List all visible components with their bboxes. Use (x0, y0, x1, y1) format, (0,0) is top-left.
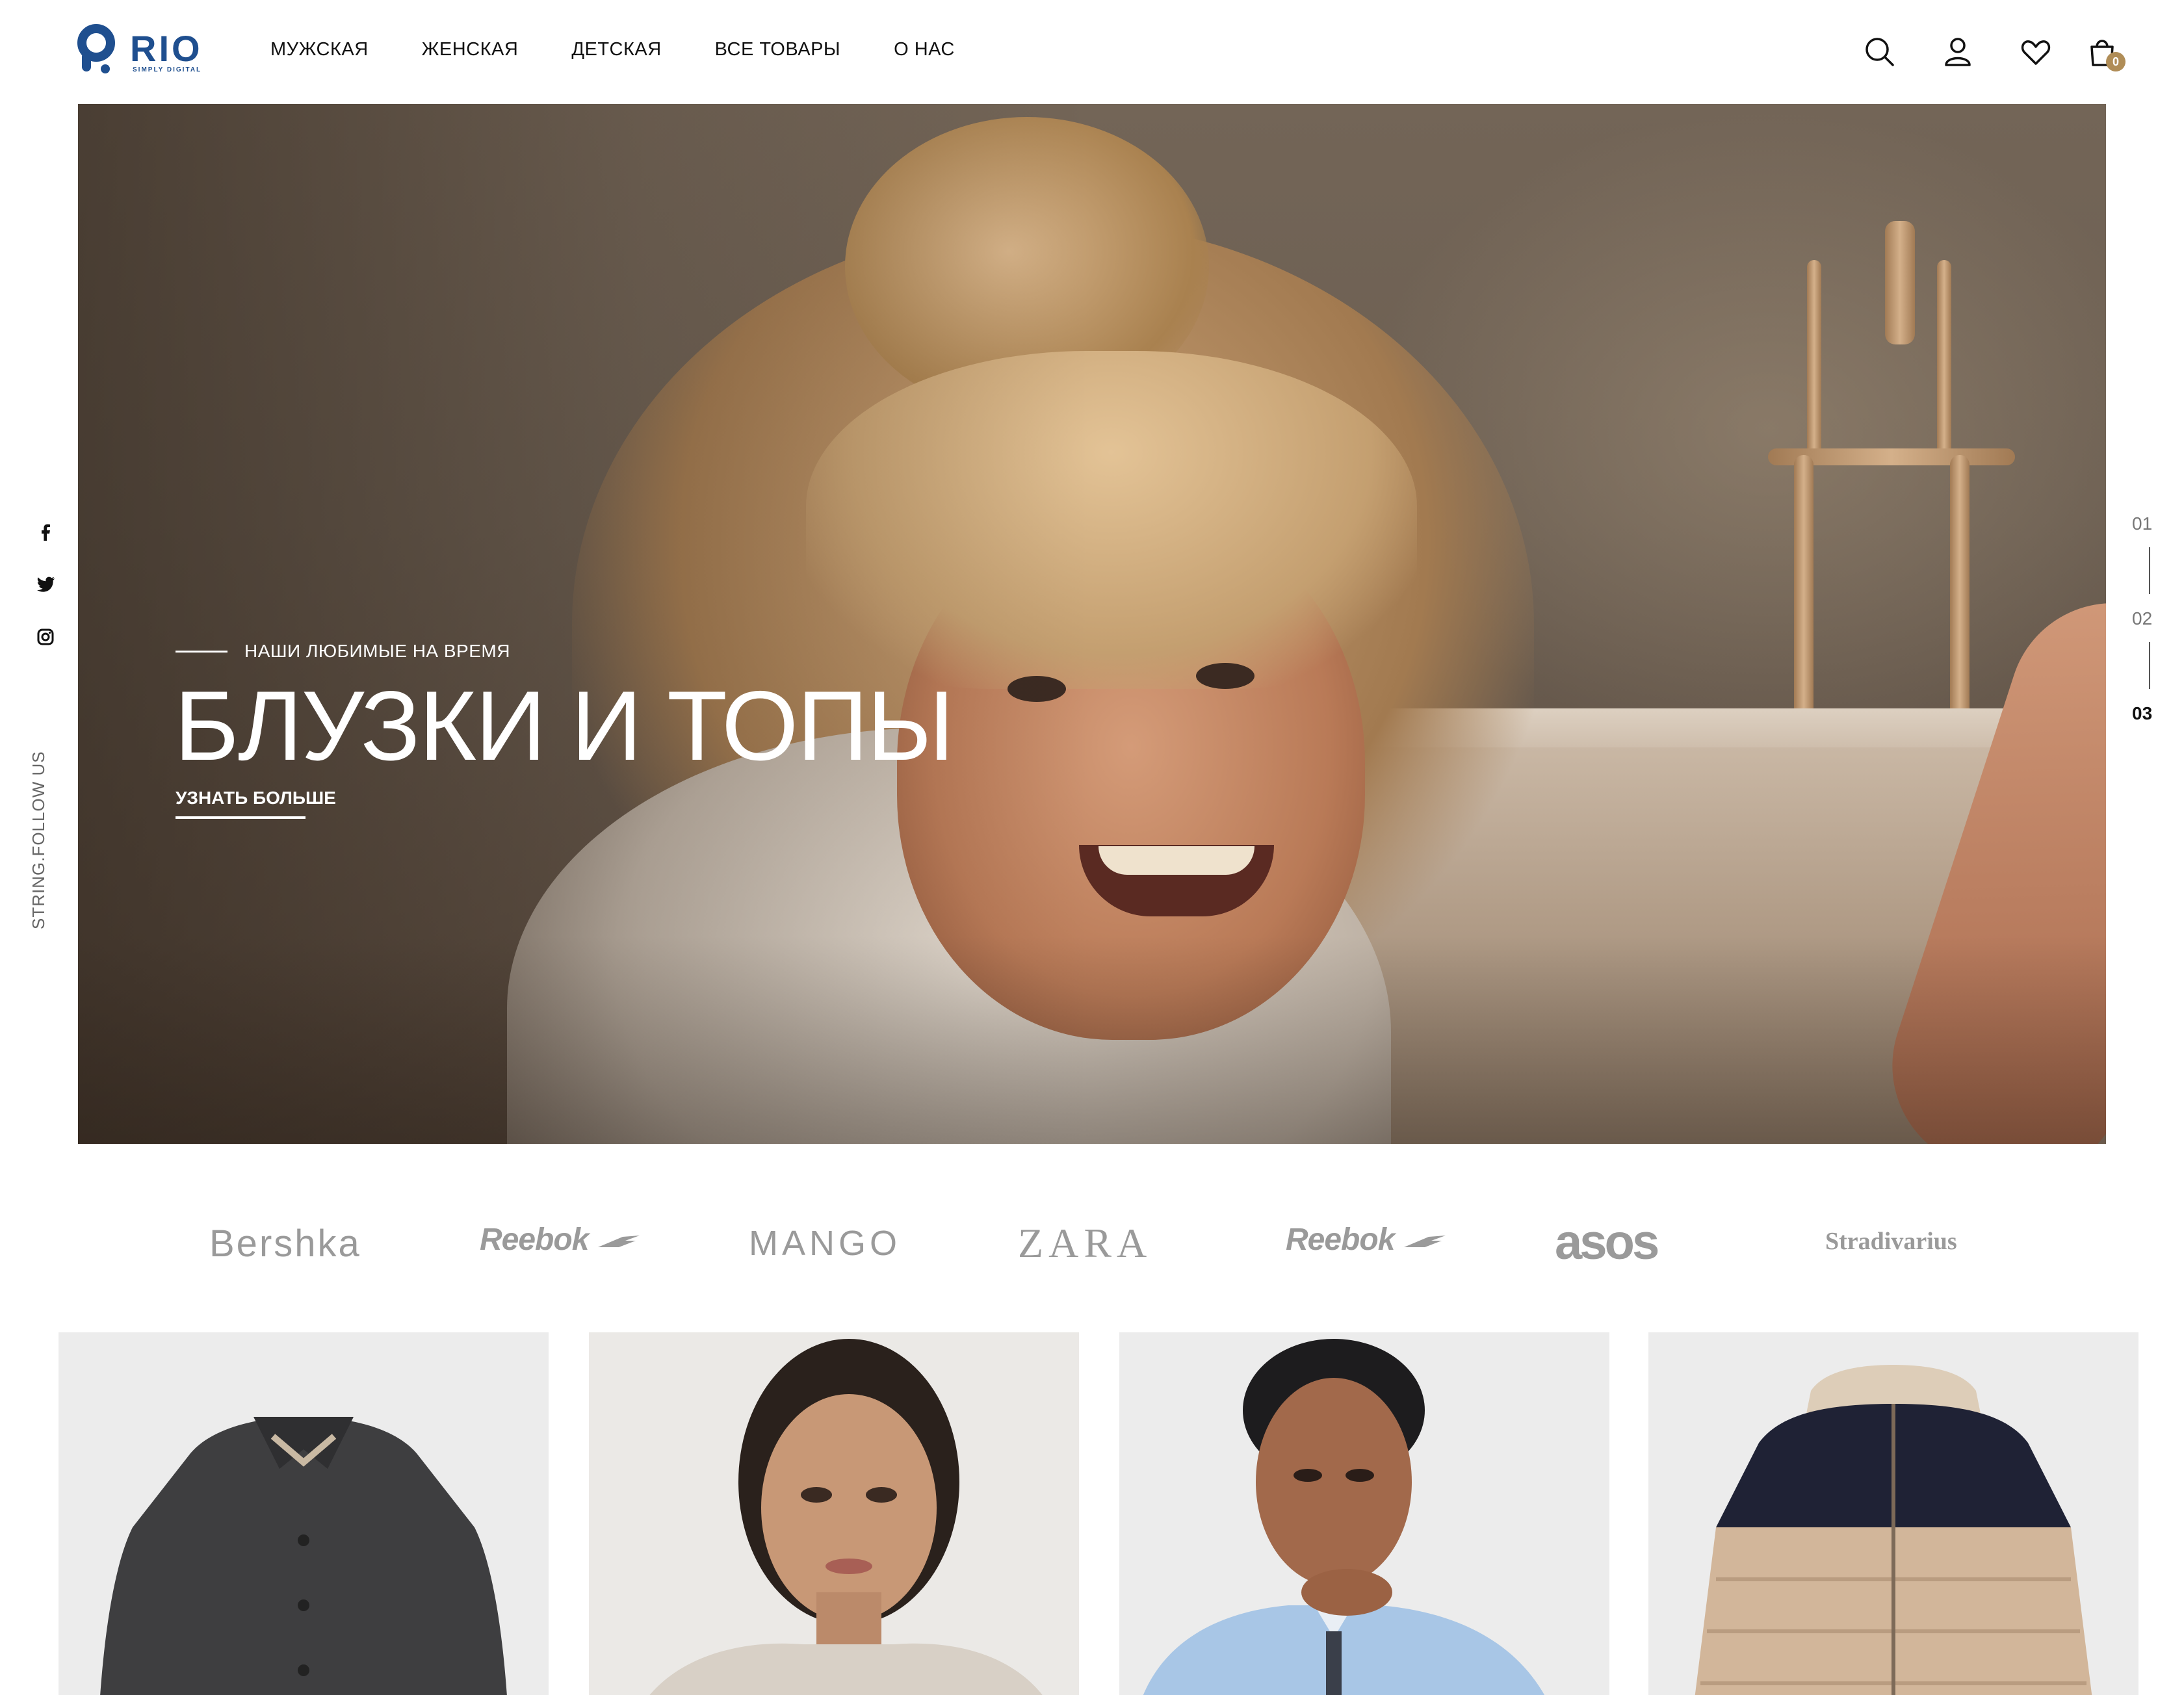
site-header: RIO SIMPLY DIGITAL МУЖСКАЯ ЖЕНСКАЯ ДЕТСК… (0, 0, 2184, 104)
product-image-puffer (1695, 1365, 2092, 1695)
product-card[interactable] (589, 1332, 1079, 1695)
twitter-icon[interactable] (31, 571, 60, 599)
slide-page-divider (2149, 547, 2150, 594)
search-icon[interactable] (1862, 34, 1898, 70)
brand-logo-reebok-text: Reebok (480, 1223, 589, 1257)
brand-logo-reebok[interactable]: Reebok (480, 1222, 642, 1258)
hero-eyebrow: НАШИ ЛЮБИМЫЕ НА ВРЕМЯ (176, 641, 510, 662)
user-icon[interactable] (1940, 34, 1976, 70)
facebook-icon[interactable] (31, 519, 60, 547)
product-image-man (1143, 1339, 1544, 1695)
heart-icon[interactable] (2018, 34, 2054, 70)
instagram-icon[interactable] (31, 623, 60, 651)
reebok-vector-icon (1403, 1236, 1446, 1248)
reebok-vector-icon (597, 1236, 640, 1248)
brand-logo-reebok[interactable]: Reebok (1286, 1222, 1448, 1258)
product-image-woman (649, 1339, 1043, 1695)
brand-strip: Bershka Reebok MANGO ZARA Reebok asos St… (0, 1209, 2184, 1274)
slide-page-3[interactable]: 03 (2132, 703, 2152, 724)
slide-page-divider (2149, 642, 2150, 689)
product-card[interactable] (58, 1332, 549, 1695)
hero-banner: НАШИ ЛЮБИМЫЕ НА ВРЕМЯ БЛУЗКИ И ТОПЫ УЗНА… (78, 104, 2106, 1144)
brand-logo-reebok-text: Reebok (1286, 1223, 1395, 1257)
header-actions (0, 34, 2184, 73)
product-card[interactable] (1119, 1332, 1609, 1695)
product-image-jacket (100, 1417, 507, 1695)
hero-eyebrow-text: НАШИ ЛЮБИМЫЕ НА ВРЕМЯ (244, 641, 510, 661)
follow-us-label: STRING.FOLLOW US (29, 751, 48, 929)
hero-overlay (78, 104, 2106, 1144)
brand-logo-mango[interactable]: MANGO (749, 1223, 901, 1263)
slide-page-1[interactable]: 01 (2132, 513, 2152, 534)
brand-logo-bershka[interactable]: Bershka (209, 1222, 361, 1265)
hero-title: БЛУЗКИ И ТОПЫ (174, 671, 954, 781)
slide-page-2[interactable]: 02 (2132, 608, 2152, 629)
learn-more-link[interactable]: УЗНАТЬ БОЛЬШЕ (176, 788, 336, 809)
brand-logo-stradivarius[interactable]: Stradivarius (1825, 1227, 1957, 1256)
cart-count-badge: 0 (2106, 52, 2126, 71)
learn-more-underline (176, 816, 306, 819)
product-card[interactable] (1648, 1332, 2138, 1695)
brand-logo-asos[interactable]: asos (1555, 1214, 1659, 1271)
brand-logo-zara[interactable]: ZARA (1018, 1219, 1152, 1267)
hero-eyebrow-line (176, 650, 228, 653)
